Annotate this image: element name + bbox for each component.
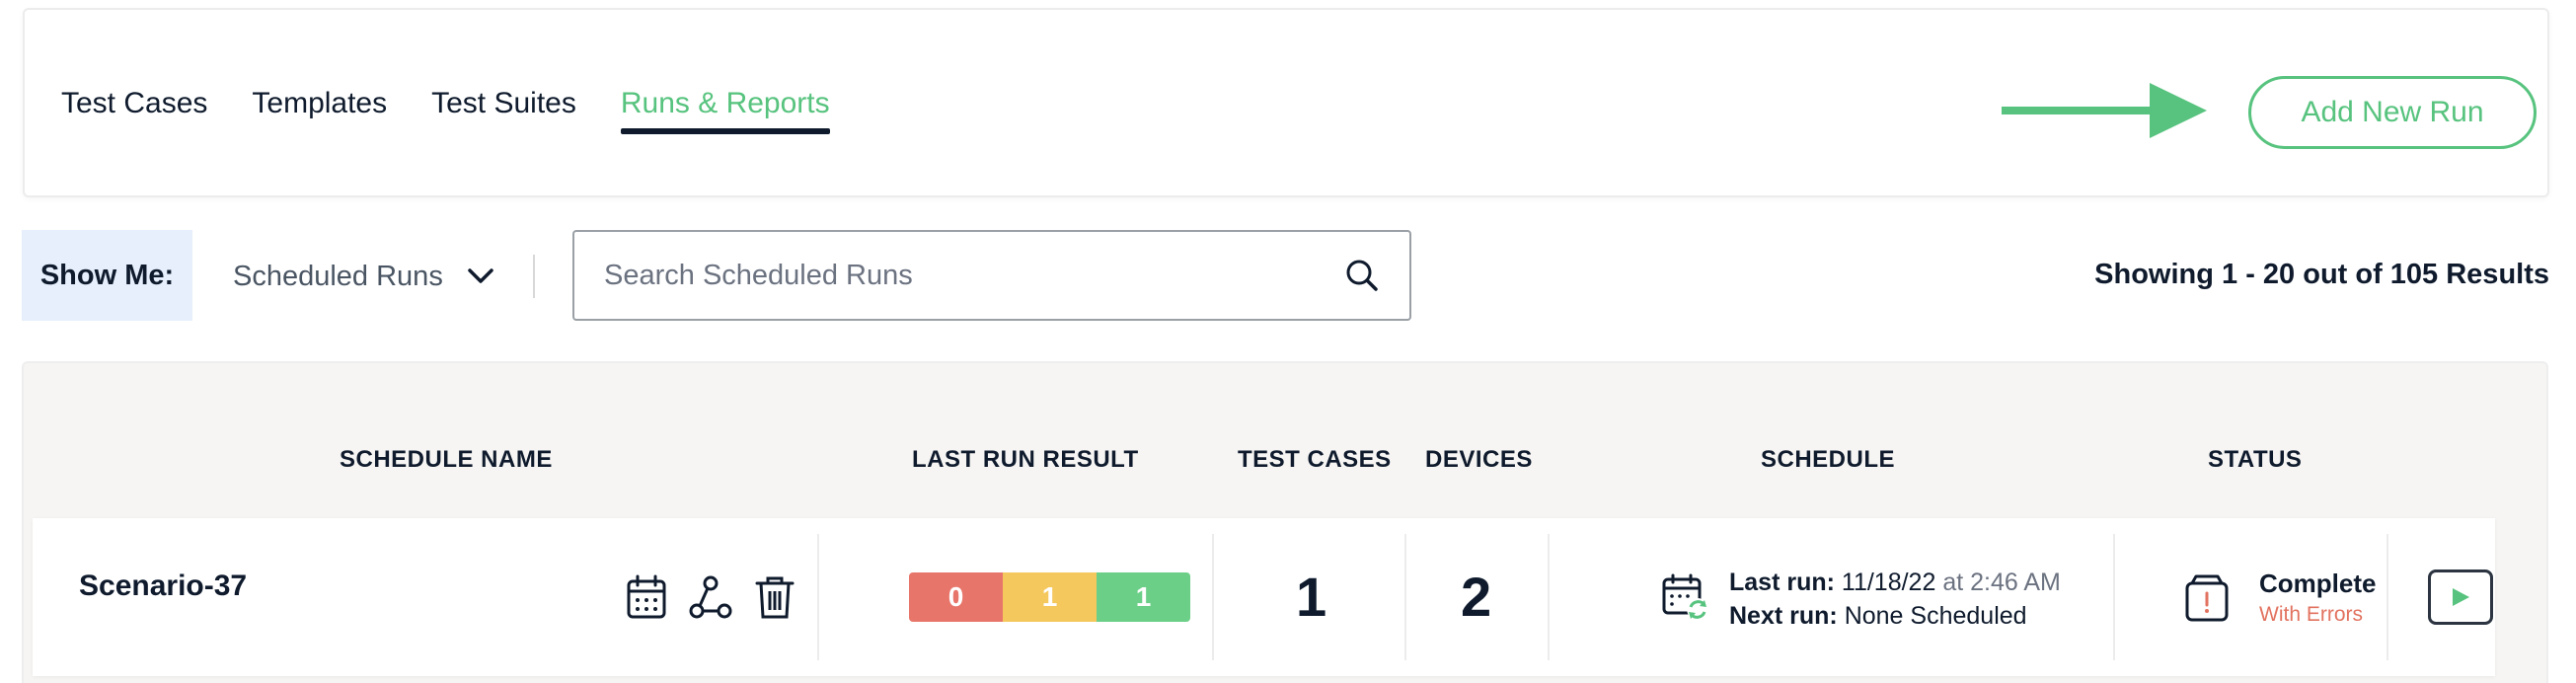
last-run-line: Last run: 11/18/22 at 2:46 AM	[1729, 566, 2061, 599]
last-run-time: at 2:46 AM	[1942, 569, 2061, 596]
status-text: Complete With Errors	[2259, 568, 2376, 631]
tab-test-cases[interactable]: Test Cases	[61, 87, 207, 134]
trash-icon[interactable]	[753, 573, 796, 621]
arrow-right-icon	[2002, 83, 2207, 138]
tab-bar-card: Test Cases Templates Test Suites Runs & …	[23, 8, 2549, 197]
search-icon[interactable]	[1344, 258, 1380, 293]
column-header-test-cases[interactable]: TEST CASES	[1238, 446, 1392, 474]
add-new-run-button[interactable]: Add New Run	[2248, 76, 2537, 149]
test-cases-count: 1	[1296, 566, 1327, 628]
next-run-label: Next run:	[1729, 602, 1838, 630]
passed-count: 1	[1097, 572, 1190, 622]
last-run-result-bar[interactable]: 0 1 1	[909, 572, 1190, 622]
alert-box-icon	[2185, 574, 2229, 622]
share-nodes-icon[interactable]	[689, 573, 732, 621]
status-detail: With Errors	[2259, 603, 2363, 626]
column-divider	[1548, 534, 1550, 660]
schedule-name[interactable]: Scenario-37	[79, 569, 247, 603]
column-divider	[817, 534, 819, 660]
failed-count: 0	[909, 572, 1003, 622]
tab-templates[interactable]: Templates	[252, 87, 387, 134]
last-run-label: Last run:	[1729, 569, 1835, 596]
calendar-refresh-icon	[1662, 573, 1708, 620]
tab-runs-reports[interactable]: Runs & Reports	[620, 87, 830, 134]
chevron-down-icon	[468, 268, 493, 283]
run-type-selected-value: Scheduled Runs	[233, 260, 443, 292]
column-header-last-run-result[interactable]: LAST RUN RESULT	[912, 446, 1139, 474]
column-divider	[1212, 534, 1214, 660]
table-row[interactable]: Scenario-37 0 1 1 1 2 Last run: 11/18/22…	[33, 518, 2495, 676]
column-divider	[2113, 534, 2115, 660]
warning-count: 1	[1003, 572, 1097, 622]
results-count: Showing 1 - 20 out of 105 Results	[2094, 259, 2549, 290]
search-placeholder: Search Scheduled Runs	[604, 259, 913, 291]
next-run-value: None Scheduled	[1844, 602, 2027, 630]
search-input[interactable]: Search Scheduled Runs	[572, 230, 1411, 321]
play-icon	[2453, 588, 2469, 606]
tab-list: Test Cases Templates Test Suites Runs & …	[61, 87, 830, 134]
column-header-status[interactable]: STATUS	[2208, 446, 2302, 474]
column-divider	[2387, 534, 2388, 660]
calendar-icon[interactable]	[625, 573, 668, 621]
schedule-info: Last run: 11/18/22 at 2:46 AM Next run: …	[1729, 566, 2061, 633]
last-run-date: 11/18/22	[1841, 569, 1936, 596]
column-header-devices[interactable]: DEVICES	[1425, 446, 1533, 474]
column-header-schedule-name[interactable]: SCHEDULE NAME	[340, 446, 553, 474]
column-header-schedule[interactable]: SCHEDULE	[1761, 446, 1895, 474]
show-me-label: Show Me:	[22, 230, 192, 321]
next-run-line: Next run: None Scheduled	[1729, 599, 2061, 633]
devices-count: 2	[1461, 566, 1492, 628]
filter-divider	[533, 255, 535, 298]
run-type-select[interactable]: Scheduled Runs	[233, 250, 494, 303]
status-label: Complete	[2259, 569, 2377, 598]
column-divider	[1404, 534, 1406, 660]
run-now-button[interactable]	[2428, 569, 2493, 625]
tab-test-suites[interactable]: Test Suites	[431, 87, 576, 134]
